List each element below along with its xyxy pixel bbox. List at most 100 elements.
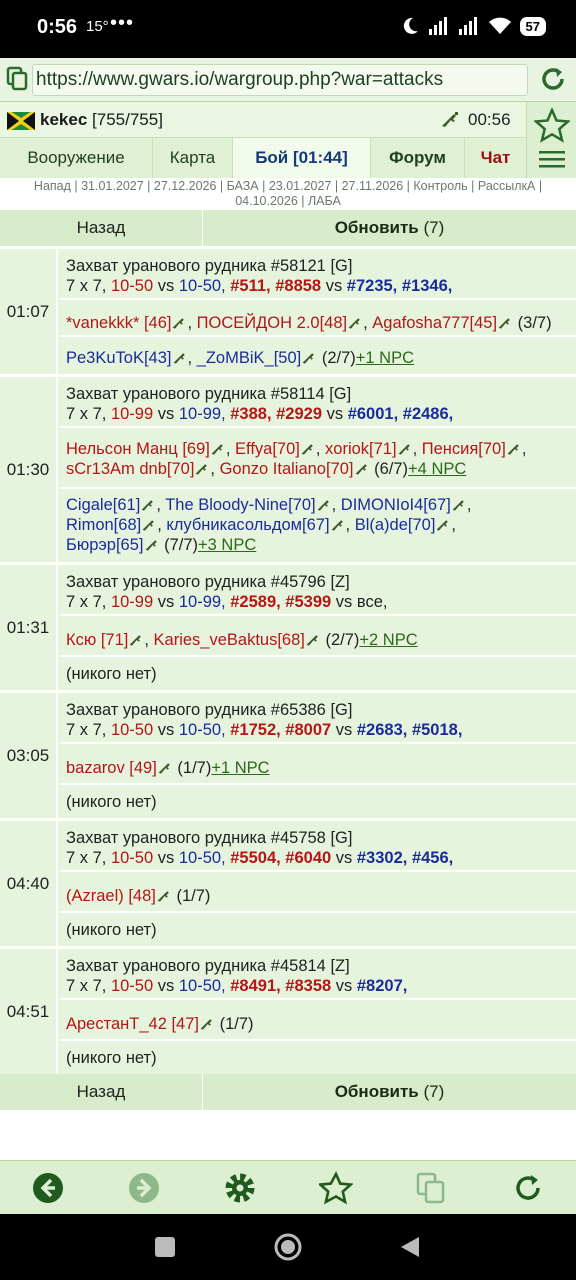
clan-id-red[interactable]: #5399 <box>285 593 331 611</box>
tabs-icon[interactable] <box>415 1171 449 1205</box>
clan-id-red[interactable]: #6040 <box>285 849 331 867</box>
player-link[interactable]: Cigale[61] <box>66 496 140 514</box>
clan-id-blue[interactable]: #456, <box>412 849 453 867</box>
clan-id-blue[interactable]: #5018, <box>412 721 462 739</box>
battle-size: 7 x 7, <box>66 977 107 995</box>
clan-id-blue[interactable]: #3302, <box>357 849 407 867</box>
refresh-button[interactable]: Обновить (7) <box>203 1074 576 1110</box>
battle-params: 7 x 7, 10-50 vs 10-50, #8491, #8358 vs #… <box>66 976 570 996</box>
gun-icon <box>437 520 449 531</box>
battle-title[interactable]: Захват уранового рудника #58114 [G] <box>66 384 570 404</box>
player-link[interactable]: *vanekkk* [46] <box>66 314 171 332</box>
player-link[interactable]: Пенсия[70] <box>422 440 506 458</box>
battle-info[interactable]: Захват уранового рудника #58121 [G] 7 x … <box>60 256 576 300</box>
player-link[interactable]: Rimon[68] <box>66 516 141 534</box>
vs-label: vs <box>157 593 175 611</box>
battle-info[interactable]: Захват уранового рудника #58114 [G] 7 x … <box>60 384 576 428</box>
back-button[interactable]: Назад <box>0 1074 203 1110</box>
breadcrumb[interactable]: Напад | 31.01.2027 | 27.12.2026 | БАЗА |… <box>0 178 576 210</box>
clan-id-blue[interactable]: #8207, <box>357 977 407 995</box>
battle-item: 04:40 Захват уранового рудника #45758 [G… <box>0 818 576 946</box>
clan-id-blue[interactable]: #2683, <box>357 721 407 739</box>
clan-id-blue[interactable]: #7235, <box>347 277 397 295</box>
tab-chat[interactable]: Чат <box>465 138 526 178</box>
battle-params: 7 x 7, 10-50 vs 10-50, #1752, #8007 vs #… <box>66 720 570 740</box>
player-link[interactable]: Agafosha777[45] <box>372 314 497 332</box>
battle-title[interactable]: Захват уранового рудника #45814 [Z] <box>66 956 570 976</box>
gun-icon <box>331 520 343 531</box>
player-link[interactable]: Effya[70] <box>235 440 300 458</box>
npc-link[interactable]: +3 NPC <box>198 536 256 554</box>
clan-id-red[interactable]: #2929 <box>276 405 322 423</box>
recents-icon[interactable] <box>154 1236 176 1258</box>
player-link[interactable]: клубникасольдом[67] <box>166 516 329 534</box>
npc-link[interactable]: +4 NPC <box>408 460 466 478</box>
player-link[interactable]: Бюрэр[65] <box>66 536 144 554</box>
player-link[interactable]: DIMONIoI4[67] <box>341 496 451 514</box>
red-team: АрестанТ_42 [47] (1/7) <box>60 1007 576 1041</box>
url-input[interactable]: https://www.gwars.io/wargroup.php?war=at… <box>32 64 528 96</box>
back-button[interactable]: Назад <box>0 210 203 246</box>
star-menu[interactable] <box>526 102 576 178</box>
tab-weapons[interactable]: Вооружение <box>0 138 153 178</box>
battle-title[interactable]: Захват уранового рудника #58121 [G] <box>66 256 570 276</box>
player-link[interactable]: _ZoMBiK_[50] <box>197 349 302 367</box>
back-icon[interactable] <box>31 1171 65 1205</box>
tab-forum[interactable]: Форум <box>371 138 465 178</box>
player-link[interactable]: Bl(a)de[70] <box>355 516 436 534</box>
user-name[interactable]: kekec <box>40 110 87 129</box>
tab-battle[interactable]: Бой [01:44] <box>233 138 371 178</box>
player-link[interactable]: Karies_veBaktus[68] <box>154 631 305 649</box>
player-link[interactable]: sCr13Am dnb[70] <box>66 460 194 478</box>
clan-id-red[interactable]: #8007 <box>285 721 331 739</box>
refresh-button[interactable]: Обновить (7) <box>203 210 576 246</box>
tab-map[interactable]: Карта <box>153 138 233 178</box>
reload-icon[interactable] <box>538 64 568 94</box>
battle-title[interactable]: Захват уранового рудника #65386 [G] <box>66 700 570 720</box>
player-link[interactable]: Нельсон Манц [69] <box>66 440 210 458</box>
clan-id-red[interactable]: #8491, <box>230 977 280 995</box>
battle-info[interactable]: Захват уранового рудника #45796 [Z] 7 x … <box>60 572 576 616</box>
player-link[interactable]: Ксю [71] <box>66 631 128 649</box>
back-nav-icon[interactable] <box>399 1235 421 1259</box>
battle-info[interactable]: Захват уранового рудника #65386 [G] 7 x … <box>60 700 576 744</box>
clan-id-red[interactable]: #388, <box>230 405 271 423</box>
player-link[interactable]: xoriok[71] <box>325 440 397 458</box>
clan-id-red[interactable]: #2589, <box>230 593 280 611</box>
user-info[interactable]: kekec [755/755] <box>40 110 163 130</box>
clan-id-blue[interactable]: #1346, <box>402 277 452 295</box>
tabs-icon[interactable] <box>6 66 28 92</box>
player-link[interactable]: ПОСЕЙДОН 2.0[48] <box>197 314 347 332</box>
bookmark-star-icon[interactable] <box>319 1171 353 1205</box>
gun-icon <box>173 353 185 364</box>
home-icon[interactable] <box>273 1232 303 1262</box>
player-link[interactable]: АрестанТ_42 [47] <box>66 1015 199 1033</box>
clan-id-red[interactable]: #8858 <box>275 277 321 295</box>
player-link[interactable]: The Bloody-Nine[70] <box>165 496 315 514</box>
player-link[interactable]: Gonzo Italiano[70] <box>220 460 354 478</box>
player-link[interactable]: bazarov [49] <box>66 759 157 777</box>
red-team: Ксю [71], Karies_veBaktus[68] (2/7)+2 NP… <box>60 623 576 657</box>
vs-label: vs <box>325 277 343 295</box>
clan-id-red[interactable]: #8358 <box>285 977 331 995</box>
battle-info[interactable]: Захват уранового рудника #45814 [Z] 7 x … <box>60 956 576 1000</box>
npc-link[interactable]: +2 NPC <box>359 631 417 649</box>
clan-id-red[interactable]: #511, <box>230 277 270 295</box>
star-icon[interactable] <box>534 108 570 144</box>
battery-indicator: 57 <box>519 16 546 36</box>
menu-icon[interactable] <box>539 150 565 168</box>
battle-title[interactable]: Захват уранового рудника #45796 [Z] <box>66 572 570 592</box>
clan-id-red[interactable]: #1752, <box>230 721 280 739</box>
battle-title[interactable]: Захват уранового рудника #45758 [G] <box>66 828 570 848</box>
player-link[interactable]: Pe3KuToK[43] <box>66 349 172 367</box>
battle-info[interactable]: Захват уранового рудника #45758 [G] 7 x … <box>60 828 576 872</box>
clan-id-blue[interactable]: #2486, <box>403 405 453 423</box>
settings-icon[interactable] <box>223 1171 257 1205</box>
npc-link[interactable]: +1 NPC <box>356 349 414 367</box>
reload-icon[interactable] <box>511 1171 545 1205</box>
npc-link[interactable]: +1 NPC <box>211 759 269 777</box>
clan-id-blue[interactable]: #6001, <box>348 405 398 423</box>
player-link[interactable]: (Azrael) [48] <box>66 887 156 905</box>
clan-id-red[interactable]: #5504, <box>230 849 280 867</box>
forward-icon[interactable] <box>127 1171 161 1205</box>
